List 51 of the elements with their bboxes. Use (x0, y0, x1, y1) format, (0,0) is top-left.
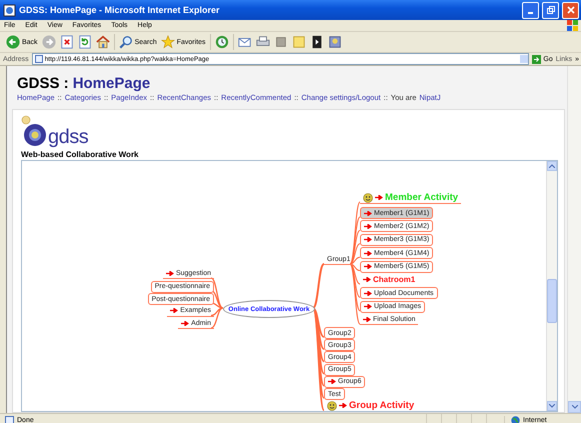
toolbar-icon (310, 35, 324, 49)
section-title: Web-based Collaborative Work (21, 150, 140, 159)
map-node[interactable]: Group Activity (324, 400, 418, 411)
arrow-icon (532, 54, 542, 64)
arrow-icon (170, 308, 178, 313)
arrow-icon (364, 250, 372, 256)
arrow-icon (364, 224, 372, 229)
scroll-thumb[interactable] (547, 279, 557, 323)
scrollbar[interactable] (546, 161, 557, 411)
page-title[interactable]: HomePage (72, 75, 150, 92)
map-node[interactable]: Chatroom1 (360, 274, 418, 284)
toolbar-icon (328, 35, 342, 49)
smiley-icon (363, 192, 373, 202)
arrow-icon (166, 270, 174, 276)
close-button[interactable] (562, 2, 579, 18)
restore-button[interactable] (542, 2, 559, 18)
restore-icon (546, 6, 554, 14)
toolbar-button[interactable] (310, 35, 324, 49)
arrow-icon (364, 304, 372, 310)
arrow-icon (364, 237, 372, 242)
search-icon (118, 35, 133, 49)
page-scrollbar[interactable] (567, 66, 581, 413)
page-icon (34, 55, 43, 63)
arrow-icon (364, 210, 372, 216)
toolbar-icon (214, 35, 229, 49)
star-icon (160, 35, 175, 49)
windows-logo-icon (567, 20, 578, 31)
arrow-icon (364, 290, 372, 296)
globe-icon (511, 416, 520, 423)
minimize-button[interactable] (522, 2, 539, 18)
close-icon (566, 6, 574, 14)
arrow-icon (363, 276, 371, 282)
toolbar-icon (256, 35, 270, 49)
arrow-icon (363, 316, 371, 322)
toolbar-icon (292, 35, 306, 49)
toolbar-icon (60, 35, 74, 49)
site-name: GDSS : (17, 75, 69, 92)
browser-icon (3, 4, 16, 16)
smiley-icon (327, 400, 337, 411)
arrow-icon (339, 403, 347, 408)
toolbar-icon (238, 35, 252, 49)
house-icon (96, 35, 110, 49)
arrow-icon (328, 379, 336, 384)
page-icon (5, 416, 14, 423)
arrow-icon (364, 264, 372, 270)
toolbar-icon (274, 35, 288, 49)
toolbar-icon (78, 35, 92, 49)
arrow-icon (181, 320, 190, 326)
gdss-logo: gdss (21, 114, 88, 148)
arrow-icon (375, 195, 383, 200)
window-title: GDSS: HomePage - Microsoft Internet Explorer (19, 5, 221, 15)
